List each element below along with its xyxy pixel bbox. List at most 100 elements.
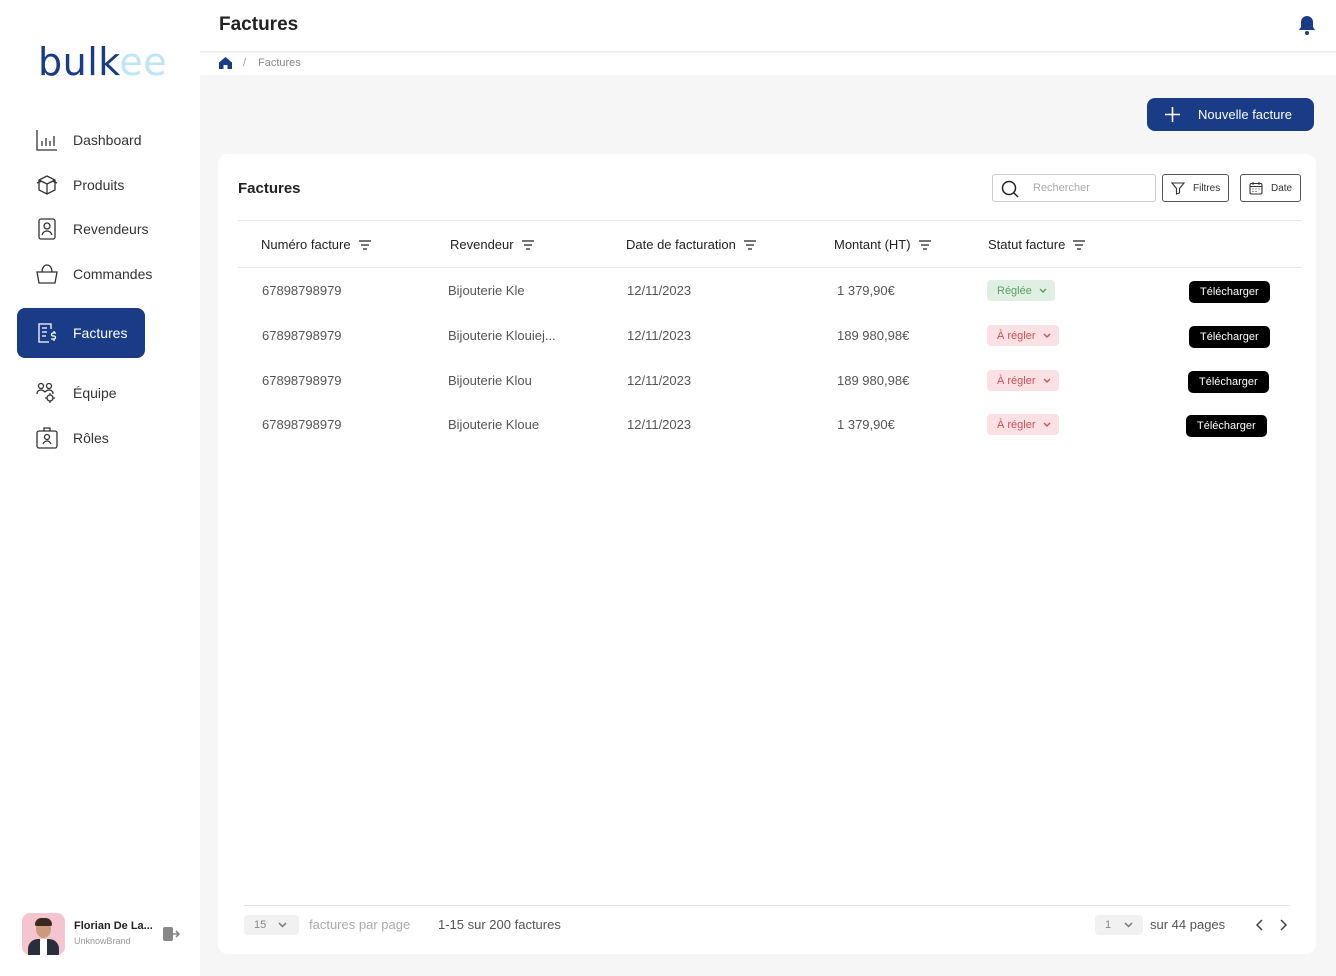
cell-reseller: Bijouterie Kloue bbox=[448, 417, 540, 432]
sidebar-item-revendeurs[interactable]: Revendeurs bbox=[17, 204, 149, 254]
invoice-icon bbox=[35, 321, 59, 345]
sidebar-item-commandes[interactable]: Commandes bbox=[17, 249, 152, 299]
column-label: Revendeur bbox=[450, 237, 514, 252]
new-invoice-label: Nouvelle facture bbox=[1198, 107, 1292, 122]
table-row[interactable]: 67898798979 Bijouterie Klouiej... 12/11/… bbox=[238, 314, 1302, 358]
status-dropdown[interactable]: À régler bbox=[987, 370, 1059, 391]
sidebar-item-roles[interactable]: Rôles bbox=[17, 413, 145, 463]
plus-icon bbox=[1165, 107, 1180, 122]
sidebar-item-factures[interactable]: Factures bbox=[17, 308, 145, 358]
chevron-down-icon bbox=[1039, 288, 1047, 293]
avatar[interactable] bbox=[22, 913, 65, 955]
box-icon bbox=[35, 173, 59, 197]
sidebar-item-dashboard[interactable]: Dashboard bbox=[17, 115, 145, 165]
cell-date: 12/11/2023 bbox=[627, 283, 692, 298]
current-page-value: 1 bbox=[1105, 919, 1112, 931]
per-page-value: 15 bbox=[254, 919, 267, 931]
sort-icon[interactable] bbox=[358, 239, 371, 250]
page-select[interactable]: 1 bbox=[1095, 915, 1143, 935]
breadcrumb-current[interactable]: Factures bbox=[258, 57, 301, 69]
sidebar-item-label: Équipe bbox=[73, 385, 117, 401]
column-label: Montant (HT) bbox=[834, 237, 911, 252]
download-button[interactable]: Télécharger bbox=[1189, 326, 1270, 348]
table-row[interactable]: 67898798979 Bijouterie Kle 12/11/2023 1 … bbox=[238, 269, 1302, 313]
chart-icon bbox=[35, 128, 59, 152]
card-title: Factures bbox=[238, 180, 301, 197]
cell-number: 67898798979 bbox=[262, 283, 342, 298]
column-label: Numéro facture bbox=[261, 237, 351, 252]
cell-date: 12/11/2023 bbox=[627, 328, 692, 343]
sidebar: bulkee Dashboard Produits Revendeurs Com… bbox=[0, 0, 200, 976]
logout-icon[interactable] bbox=[162, 925, 180, 943]
column-header-status[interactable]: Statut facture bbox=[988, 237, 1086, 252]
pagination: 15 factures par page 1-15 sur 200 factur… bbox=[244, 905, 1290, 945]
download-button[interactable]: Télécharger bbox=[1186, 415, 1267, 437]
table-row[interactable]: 67898798979 Bijouterie Kloue 12/11/2023 … bbox=[238, 403, 1302, 447]
sidebar-item-equipe[interactable]: Équipe bbox=[17, 368, 145, 418]
chevron-right-icon[interactable] bbox=[1277, 918, 1289, 932]
table-header: Numéro facture Revendeur Date de factura… bbox=[238, 220, 1302, 268]
download-button[interactable]: Télécharger bbox=[1188, 371, 1269, 393]
status-dropdown[interactable]: À régler bbox=[987, 414, 1059, 435]
user-brand: UnknowBrand bbox=[74, 936, 131, 946]
chevron-down-icon bbox=[1043, 378, 1051, 383]
top-header: Factures bbox=[200, 0, 1336, 52]
badge-icon bbox=[35, 426, 59, 450]
status-label: Réglée bbox=[997, 284, 1032, 297]
search-input[interactable] bbox=[1033, 180, 1148, 196]
status-dropdown[interactable]: Réglée bbox=[987, 280, 1055, 301]
per-page-select[interactable]: 15 bbox=[244, 915, 299, 935]
cell-number: 67898798979 bbox=[262, 328, 342, 343]
logo-main-text: bulk bbox=[38, 40, 120, 84]
calendar-icon bbox=[1249, 182, 1263, 195]
bulkee-logo[interactable]: bulkee bbox=[38, 40, 167, 84]
user-profile[interactable]: Florian De La... UnknowBrand bbox=[22, 913, 192, 955]
sidebar-item-label: Commandes bbox=[73, 266, 153, 282]
status-label: À régler bbox=[997, 374, 1036, 387]
cell-reseller: Bijouterie Klouiej... bbox=[448, 328, 556, 343]
date-button[interactable]: Date bbox=[1240, 174, 1301, 202]
filter-icon bbox=[1171, 182, 1185, 195]
bell-icon[interactable] bbox=[1298, 15, 1316, 35]
chevron-down-icon bbox=[1043, 333, 1051, 338]
cell-number: 67898798979 bbox=[262, 417, 342, 432]
download-button[interactable]: Télécharger bbox=[1189, 281, 1270, 303]
sort-icon[interactable] bbox=[743, 239, 756, 250]
cell-number: 67898798979 bbox=[262, 373, 342, 388]
column-header-number[interactable]: Numéro facture bbox=[261, 237, 371, 252]
cell-reseller: Bijouterie Klou bbox=[448, 373, 532, 388]
cell-reseller: Bijouterie Kle bbox=[448, 283, 525, 298]
sort-icon[interactable] bbox=[1073, 239, 1086, 250]
column-header-amount[interactable]: Montant (HT) bbox=[834, 237, 931, 252]
chevron-down-icon bbox=[278, 922, 287, 928]
chevron-down-icon bbox=[1124, 922, 1133, 928]
new-invoice-button[interactable]: Nouvelle facture bbox=[1147, 98, 1314, 131]
status-label: À régler bbox=[997, 418, 1036, 431]
cell-amount: 1 379,90€ bbox=[837, 283, 895, 298]
page-title: Factures bbox=[219, 14, 299, 35]
chevron-down-icon bbox=[1043, 422, 1051, 427]
user-name: Florian De La... bbox=[74, 920, 153, 932]
home-icon[interactable] bbox=[218, 56, 233, 70]
sidebar-item-label: Rôles bbox=[73, 430, 109, 446]
contact-card-icon bbox=[35, 217, 59, 241]
status-dropdown[interactable]: À régler bbox=[987, 325, 1059, 346]
cell-date: 12/11/2023 bbox=[627, 417, 692, 432]
search-box[interactable] bbox=[992, 174, 1156, 202]
sidebar-item-produits[interactable]: Produits bbox=[17, 160, 145, 210]
invoices-card: Factures Filtres Date Numéro facture Rev… bbox=[218, 154, 1316, 954]
sort-icon[interactable] bbox=[521, 239, 534, 250]
breadcrumb-separator: / bbox=[243, 57, 247, 69]
status-label: À régler bbox=[997, 329, 1036, 342]
column-header-date[interactable]: Date de facturation bbox=[626, 237, 756, 252]
team-icon bbox=[35, 381, 59, 405]
sidebar-item-label: Factures bbox=[73, 325, 128, 341]
sort-icon[interactable] bbox=[918, 239, 931, 250]
basket-icon bbox=[35, 262, 59, 286]
sidebar-item-label: Dashboard bbox=[73, 132, 142, 148]
column-header-reseller[interactable]: Revendeur bbox=[450, 237, 534, 252]
filters-label: Filtres bbox=[1193, 183, 1221, 194]
table-row[interactable]: 67898798979 Bijouterie Klou 12/11/2023 1… bbox=[238, 359, 1302, 403]
filters-button[interactable]: Filtres bbox=[1162, 174, 1229, 202]
chevron-left-icon[interactable] bbox=[1254, 918, 1266, 932]
